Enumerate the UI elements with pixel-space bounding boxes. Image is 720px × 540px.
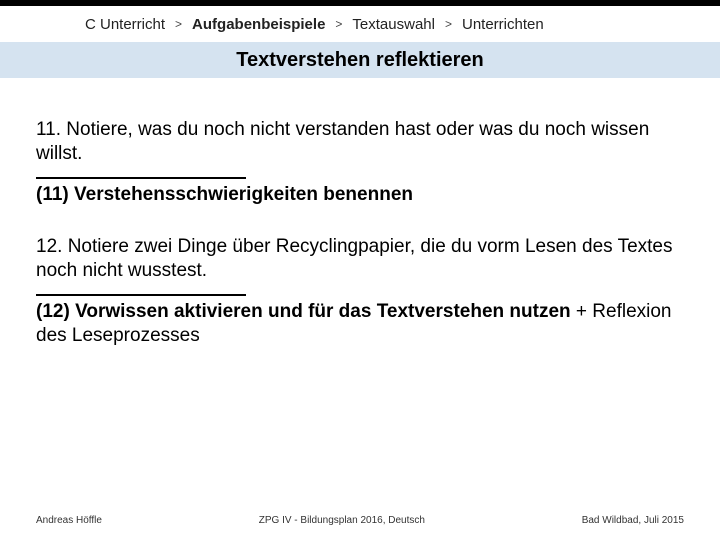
chevron-right-icon: > [175, 17, 182, 31]
crumb-textauswahl: Textauswahl [352, 16, 435, 33]
footer-author: Andreas Höffle [36, 515, 102, 526]
crumb-aufgabenbeispiele: Aufgabenbeispiele [192, 16, 325, 33]
task-prompt: 11. Notiere, was du noch nicht verstande… [36, 118, 684, 167]
chevron-right-icon: > [335, 17, 342, 31]
crumb-unterrichten: Unterrichten [462, 16, 544, 33]
divider [36, 294, 246, 296]
breadcrumb: C Unterricht > Aufgabenbeispiele > Texta… [0, 6, 720, 42]
task-block-11: 11. Notiere, was du noch nicht verstande… [36, 118, 684, 207]
footer: Andreas Höffle ZPG IV - Bildungsplan 201… [0, 515, 720, 526]
chevron-right-icon: > [445, 17, 452, 31]
label-main: Verstehensschwierigkeiten benennen [74, 184, 413, 205]
content-body: 11. Notiere, was du noch nicht verstande… [0, 78, 720, 540]
footer-center: ZPG IV - Bildungsplan 2016, Deutsch [259, 515, 425, 526]
label-prefix: (12) [36, 301, 75, 322]
task-label: (11) Verstehensschwierigkeiten benennen [36, 183, 684, 207]
divider [36, 177, 246, 179]
page-title: Textverstehen reflektieren [236, 49, 484, 72]
slide: C Unterricht > Aufgabenbeispiele > Texta… [0, 0, 720, 540]
task-label: (12) Vorwissen aktivieren und für das Te… [36, 300, 684, 349]
task-prompt: 12. Notiere zwei Dinge über Recyclingpap… [36, 235, 684, 284]
header-region: C Unterricht > Aufgabenbeispiele > Texta… [0, 0, 720, 78]
task-block-12: 12. Notiere zwei Dinge über Recyclingpap… [36, 235, 684, 348]
label-main: Vorwissen aktivieren und für das Textver… [75, 301, 571, 322]
crumb-c-unterricht: C Unterricht [85, 16, 165, 33]
title-bar: Textverstehen reflektieren [0, 42, 720, 78]
label-prefix: (11) [36, 184, 74, 205]
footer-date: Bad Wildbad, Juli 2015 [582, 515, 684, 526]
